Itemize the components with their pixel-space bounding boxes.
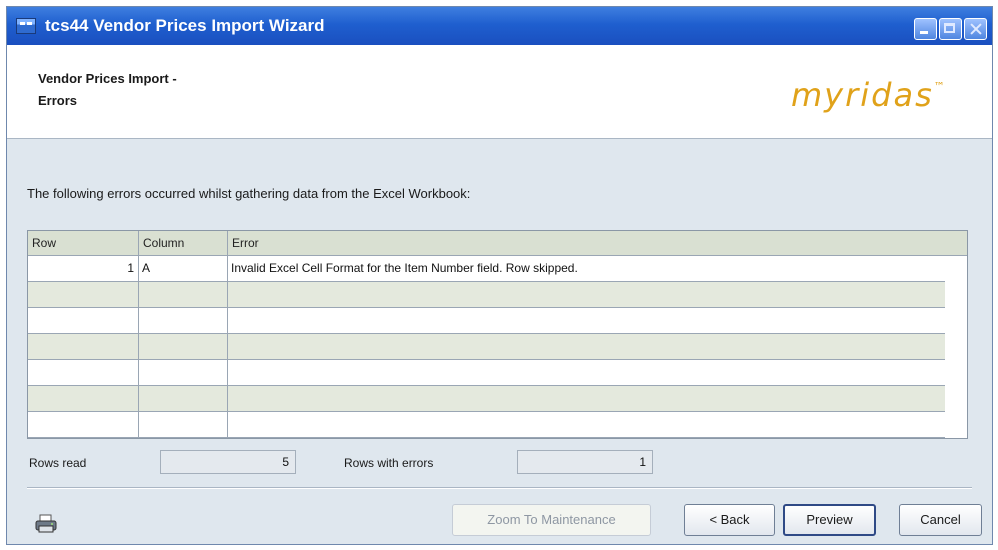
table-row[interactable] — [28, 360, 945, 386]
cell-error[interactable] — [228, 360, 945, 385]
rows-with-errors-value: 1 — [517, 450, 653, 474]
cell-column[interactable] — [139, 360, 228, 385]
cell-row[interactable]: 1 — [28, 256, 139, 281]
column-header-column[interactable]: Column — [139, 231, 228, 255]
app-window-icon[interactable] — [16, 18, 36, 34]
cell-column[interactable] — [139, 386, 228, 411]
printer-icon[interactable] — [35, 514, 57, 534]
rows-read-value: 5 — [160, 450, 296, 474]
myridas-logo: myridas™ — [791, 76, 945, 114]
cell-error[interactable] — [228, 334, 945, 359]
zoom-to-maintenance-button[interactable]: Zoom To Maintenance — [452, 504, 651, 536]
cell-row[interactable] — [28, 386, 139, 411]
cell-column[interactable] — [139, 282, 228, 307]
cell-row[interactable] — [28, 360, 139, 385]
table-row[interactable] — [28, 282, 945, 308]
footer-divider — [27, 487, 972, 489]
cell-column[interactable] — [139, 308, 228, 333]
errors-grid[interactable]: Row Column Error 1 A Invalid Excel Cell … — [27, 230, 968, 439]
cell-row[interactable] — [28, 282, 139, 307]
cell-column[interactable] — [139, 412, 228, 437]
cell-column[interactable]: A — [139, 256, 228, 281]
rows-read-label: Rows read — [29, 456, 87, 470]
cell-row[interactable] — [28, 308, 139, 333]
window-title: tcs44 Vendor Prices Import Wizard — [45, 16, 325, 35]
maximize-button[interactable] — [939, 18, 962, 40]
column-header-row[interactable]: Row — [28, 231, 139, 255]
cell-error[interactable]: Invalid Excel Cell Format for the Item N… — [228, 256, 945, 281]
minimize-button[interactable] — [914, 18, 937, 40]
wizard-window: tcs44 Vendor Prices Import Wizard Vendor… — [6, 6, 993, 545]
page-title: Vendor Prices Import - Errors — [38, 71, 177, 108]
cell-column[interactable] — [139, 334, 228, 359]
column-header-error[interactable]: Error — [228, 231, 967, 255]
table-row[interactable] — [28, 308, 945, 334]
cell-error[interactable] — [228, 282, 945, 307]
wizard-header: Vendor Prices Import - Errors myridas™ — [7, 45, 992, 139]
preview-button[interactable]: Preview — [783, 504, 876, 536]
trademark-mark: ™ — [933, 80, 945, 93]
grid-header: Row Column Error — [28, 231, 967, 256]
cell-row[interactable] — [28, 412, 139, 437]
cancel-button[interactable]: Cancel — [899, 504, 982, 536]
table-row[interactable] — [28, 386, 945, 412]
table-row[interactable]: 1 A Invalid Excel Cell Format for the It… — [28, 256, 945, 282]
close-button[interactable] — [964, 18, 987, 40]
rows-with-errors-label: Rows with errors — [344, 456, 434, 470]
logo-text: myridas — [791, 76, 934, 114]
table-row[interactable] — [28, 334, 945, 360]
instructions-text: The following errors occurred whilst gat… — [27, 186, 471, 201]
cell-error[interactable] — [228, 308, 945, 333]
table-row[interactable] — [28, 412, 945, 438]
back-button[interactable]: < Back — [684, 504, 775, 536]
cell-error[interactable] — [228, 386, 945, 411]
title-bar[interactable]: tcs44 Vendor Prices Import Wizard — [7, 7, 992, 45]
cell-error[interactable] — [228, 412, 945, 437]
cell-row[interactable] — [28, 334, 139, 359]
